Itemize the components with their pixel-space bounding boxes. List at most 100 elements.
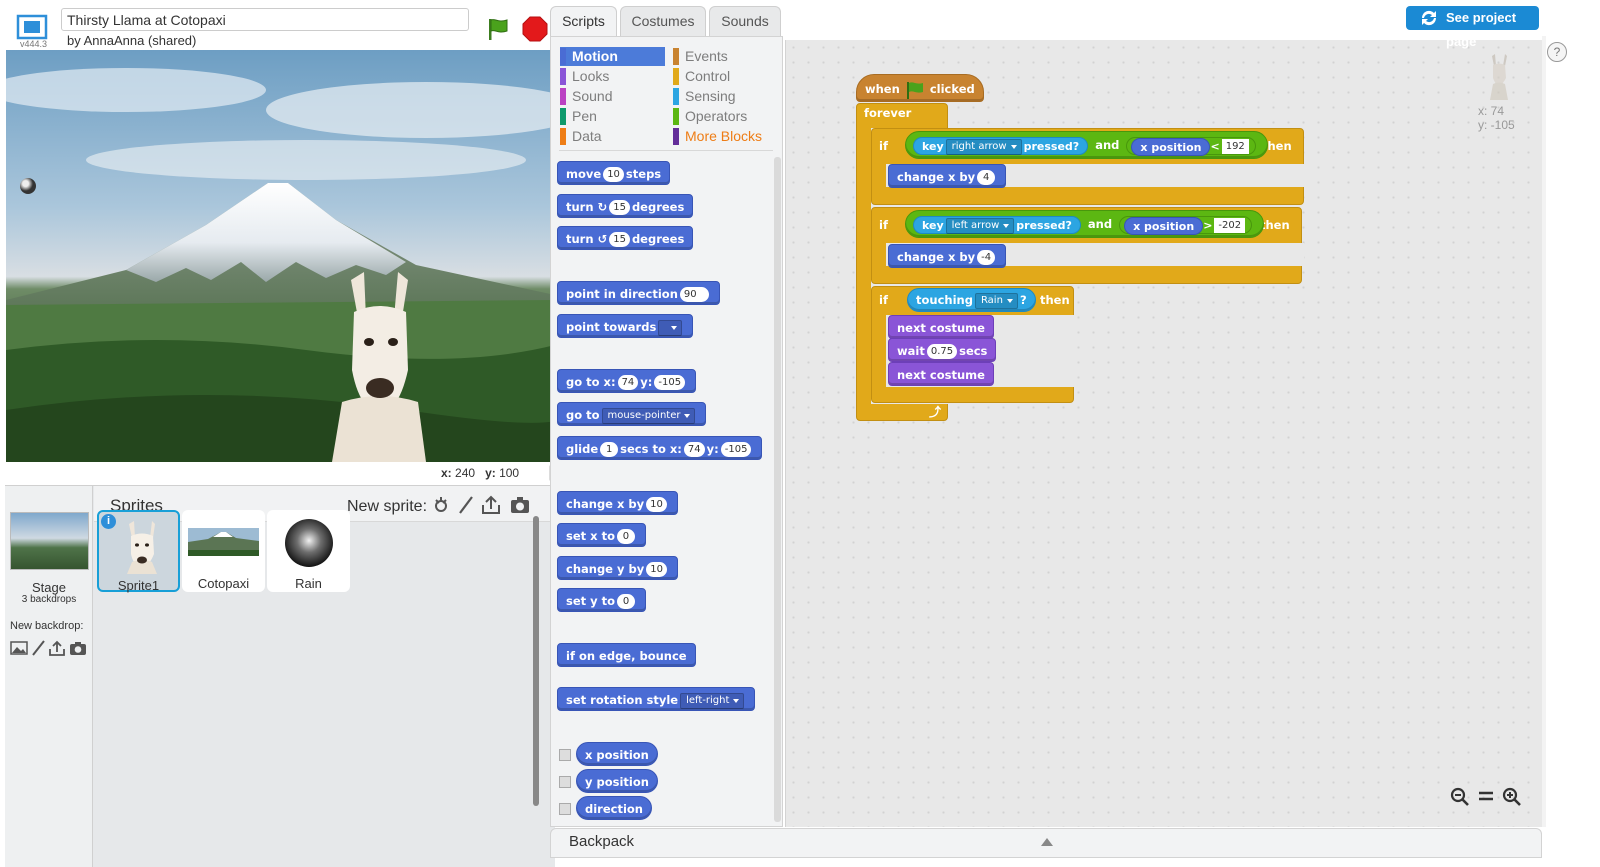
block-change-y[interactable]: change y by 10 xyxy=(557,556,678,580)
direction-input[interactable]: 90 xyxy=(679,287,709,302)
x-input[interactable]: 74 xyxy=(617,375,639,390)
block-bounce[interactable]: if on edge, bounce xyxy=(557,643,696,667)
reporter-x-position[interactable]: x position xyxy=(1131,137,1211,156)
backpack-panel[interactable]: Backpack xyxy=(550,828,1542,858)
block-point-towards[interactable]: point towards xyxy=(557,314,694,338)
number-input[interactable]: 0 xyxy=(616,529,635,544)
stage-thumbnail[interactable] xyxy=(10,512,89,570)
category-sound[interactable]: Sound xyxy=(560,87,665,106)
tab-costumes[interactable]: Costumes xyxy=(620,6,706,36)
number-input[interactable]: 15 xyxy=(609,232,630,247)
target-dropdown[interactable] xyxy=(658,319,683,336)
block-change-x[interactable]: change x by 10 xyxy=(557,491,678,515)
see-project-page-button[interactable]: See project page xyxy=(1406,6,1539,49)
number-input[interactable]: 10 xyxy=(646,562,667,577)
category-operators[interactable]: Operators xyxy=(673,107,778,126)
reporter-checkbox[interactable] xyxy=(559,749,571,761)
key-dropdown[interactable]: left arrow xyxy=(945,217,1015,234)
sprite-dropdown[interactable]: Rain xyxy=(974,292,1018,309)
block-set-rotation-style[interactable]: set rotation style left-right xyxy=(557,687,756,711)
block-change-x[interactable]: change x by -4 xyxy=(888,244,1007,268)
number-input[interactable]: 15 xyxy=(609,200,630,215)
palette-scrollbar[interactable] xyxy=(774,157,781,822)
block-set-y[interactable]: set y to 0 xyxy=(557,588,647,612)
block-move-steps[interactable]: move 10 steps xyxy=(557,161,671,185)
sprite-tile-sprite1[interactable]: i Sprite1 xyxy=(97,510,180,593)
number-input[interactable]: 0 xyxy=(617,594,636,609)
rotation-style-dropdown[interactable]: left-right xyxy=(680,692,745,709)
block-glide[interactable]: glide 1 secs to x: 74 y: -105 xyxy=(557,436,763,460)
block-next-costume[interactable]: next costume xyxy=(888,315,994,339)
sprite-library-icon[interactable] xyxy=(431,495,451,515)
category-looks[interactable]: Looks xyxy=(560,67,665,86)
number-input[interactable]: 10 xyxy=(603,167,624,182)
upload-icon[interactable] xyxy=(481,495,501,515)
category-events[interactable]: Events xyxy=(673,47,778,66)
block-change-x[interactable]: change x by 4 xyxy=(888,164,1007,188)
block-less-than[interactable]: x position <192 xyxy=(1126,136,1256,156)
number-input[interactable]: 0.75 xyxy=(926,344,958,359)
fullscreen-icon[interactable] xyxy=(16,14,48,40)
zoom-out-icon[interactable] xyxy=(1449,786,1471,806)
sprite-list-scrollbar[interactable] xyxy=(533,516,539,806)
paint-brush-icon[interactable] xyxy=(456,495,476,515)
category-pen[interactable]: Pen xyxy=(560,107,665,126)
sprite-tile-cotopaxi[interactable]: Cotopaxi xyxy=(182,510,265,592)
category-sensing[interactable]: Sensing xyxy=(673,87,778,106)
block-and[interactable]: key left arrow pressed? and x position > -20… xyxy=(905,210,1265,238)
category-data[interactable]: Data xyxy=(560,127,665,146)
upload-icon[interactable] xyxy=(48,640,66,656)
category-more-blocks[interactable]: More Blocks xyxy=(673,127,778,146)
block-touching[interactable]: touching Rain? xyxy=(907,288,1036,312)
zoom-reset-icon[interactable] xyxy=(1475,786,1497,806)
expand-arrow-icon[interactable] xyxy=(1041,838,1053,846)
reporter-x-position[interactable]: x position xyxy=(576,742,658,766)
green-flag-icon[interactable] xyxy=(485,16,511,42)
block-greater-than[interactable]: x position > -202 xyxy=(1119,215,1253,235)
camera-icon[interactable] xyxy=(69,640,87,656)
block-set-x[interactable]: set x to 0 xyxy=(557,523,646,547)
paint-brush-icon[interactable] xyxy=(30,640,48,656)
number-input[interactable]: 10 xyxy=(646,497,667,512)
block-turn-right[interactable]: turn ↻ 15 degrees xyxy=(557,194,694,218)
block-go-to-xy[interactable]: go to x: 74 y: -105 xyxy=(557,369,697,393)
reporter-checkbox[interactable] xyxy=(559,776,571,788)
category-control[interactable]: Control xyxy=(673,67,778,86)
value-input[interactable]: -202 xyxy=(1214,218,1246,233)
backdrop-library-icon[interactable] xyxy=(10,640,28,656)
block-wait[interactable]: wait 0.75 secs xyxy=(888,338,997,362)
tab-scripts[interactable]: Scripts xyxy=(550,6,617,36)
project-title-input[interactable] xyxy=(61,8,469,31)
key-dropdown[interactable]: right arrow xyxy=(945,138,1022,155)
block-key-pressed[interactable]: key left arrow pressed? xyxy=(913,215,1081,234)
block-and[interactable]: key right arrow pressed? and x position <19… xyxy=(905,131,1268,159)
block-when-flag-clicked[interactable]: when clicked xyxy=(856,74,984,102)
block-turn-left[interactable]: turn ↺ 15 degrees xyxy=(557,226,694,250)
block-text: change x by xyxy=(566,497,645,511)
tab-sounds[interactable]: Sounds xyxy=(709,6,781,36)
secs-input[interactable]: 1 xyxy=(600,442,619,457)
category-motion[interactable]: Motion xyxy=(560,47,665,66)
value-input[interactable]: 192 xyxy=(1221,139,1249,154)
zoom-in-icon[interactable] xyxy=(1501,786,1523,806)
sprite-tile-rain[interactable]: Rain xyxy=(267,510,350,592)
block-point-in-direction[interactable]: point in direction 90 xyxy=(557,281,720,305)
number-input[interactable]: -4 xyxy=(977,250,996,265)
block-next-costume[interactable]: next costume xyxy=(888,362,994,386)
number-input[interactable]: 4 xyxy=(977,170,996,185)
info-icon[interactable]: i xyxy=(101,514,116,529)
reporter-y-position[interactable]: y position xyxy=(576,769,658,793)
y-input[interactable]: -105 xyxy=(654,375,686,390)
block-key-pressed[interactable]: key right arrow pressed? xyxy=(913,136,1089,155)
block-go-to[interactable]: go to mouse-pointer xyxy=(557,402,707,426)
reporter-checkbox[interactable] xyxy=(559,803,571,815)
camera-icon[interactable] xyxy=(510,495,530,515)
y-input[interactable]: -105 xyxy=(720,442,752,457)
reporter-x-position[interactable]: x position xyxy=(1124,216,1204,235)
target-dropdown[interactable]: mouse-pointer xyxy=(601,407,696,424)
stop-icon[interactable] xyxy=(522,16,548,42)
help-icon[interactable]: ? xyxy=(1547,42,1567,62)
stage-canvas[interactable] xyxy=(6,50,555,462)
x-input[interactable]: 74 xyxy=(683,442,705,457)
reporter-direction[interactable]: direction xyxy=(576,796,652,820)
